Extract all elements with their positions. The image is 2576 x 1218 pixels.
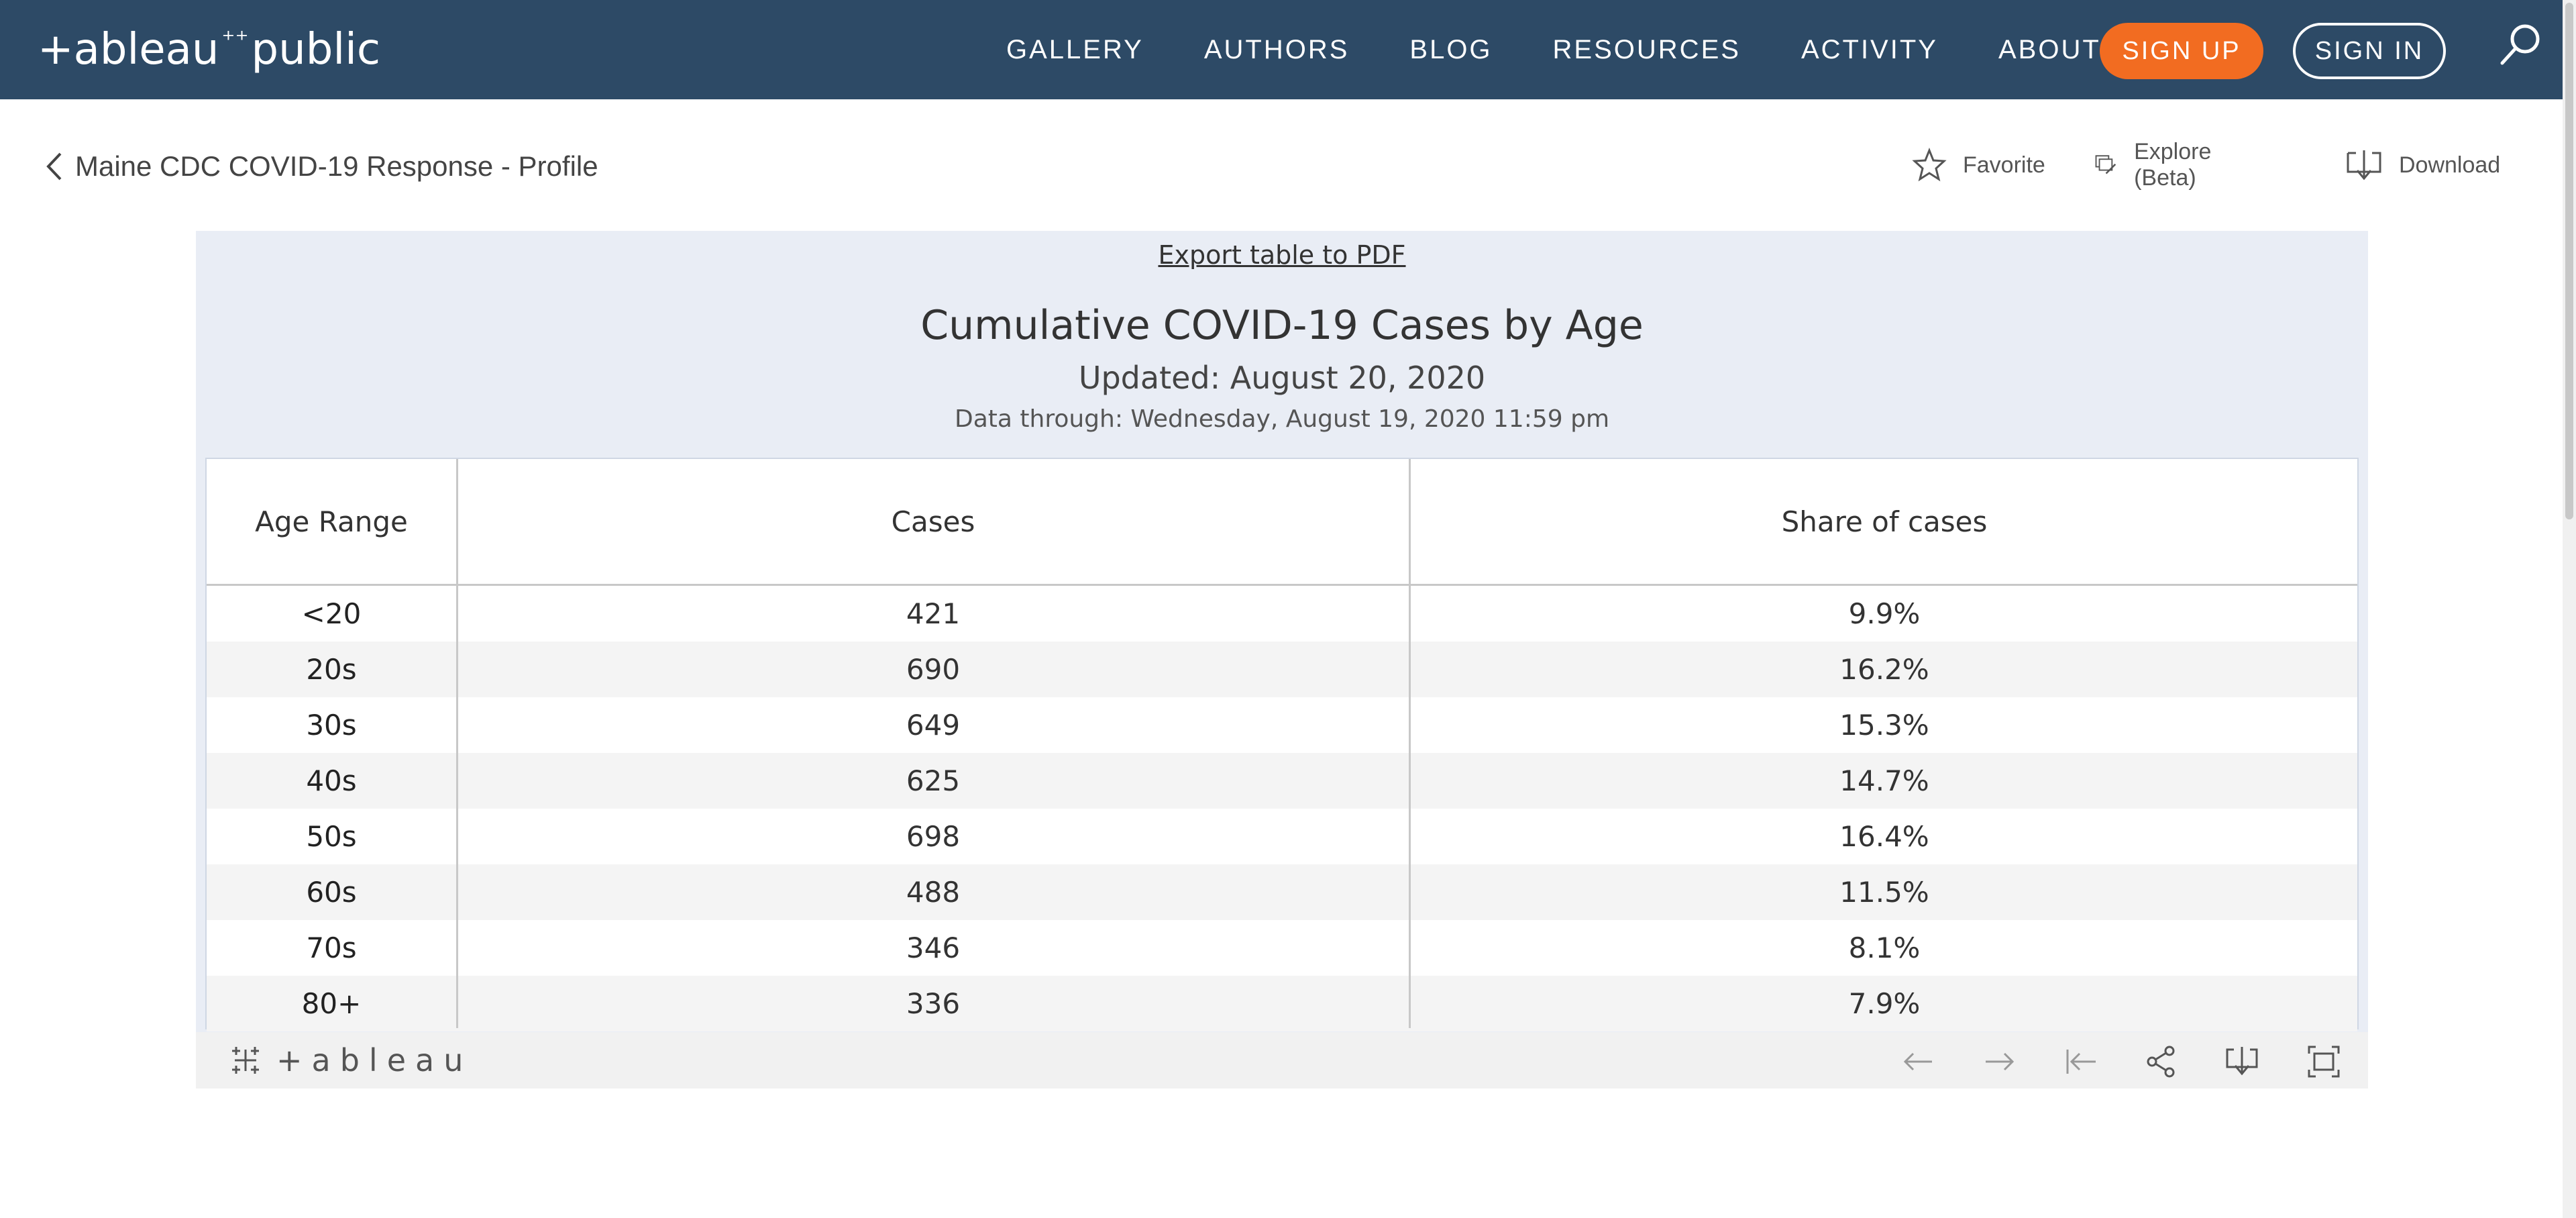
- nav-link-blog[interactable]: BLOG: [1409, 35, 1492, 65]
- favorite-label: Favorite: [1963, 152, 2045, 178]
- age-range-cell: <20: [301, 597, 362, 630]
- age-range-cell: 30s: [306, 709, 357, 742]
- star-icon: [1912, 148, 1947, 182]
- nav-link-authors[interactable]: AUTHORS: [1204, 35, 1350, 65]
- share-cell: 11.5%: [1839, 876, 1929, 909]
- explore-label: Explore (Beta): [2134, 139, 2212, 191]
- tableau-public-logo[interactable]: +ableau ⁺⁺ public: [38, 17, 380, 82]
- table-row[interactable]: 80+ 336 7.9%: [207, 976, 2357, 1031]
- share-cell: 9.9%: [1848, 597, 1921, 630]
- cases-by-age-table: Age Range Cases Share of cases <20 421 9.9…: [205, 458, 2359, 1031]
- column-header-share[interactable]: Share of cases: [1410, 459, 2359, 584]
- explore-edit-icon: [2095, 155, 2116, 174]
- age-range-cell: 70s: [306, 931, 357, 964]
- column-header-age-range[interactable]: Age Range: [207, 459, 456, 584]
- chevron-left-icon: [46, 152, 62, 181]
- column-header-cases[interactable]: Cases: [458, 459, 1409, 584]
- age-range-cell: 60s: [306, 876, 357, 909]
- export-table-to-pdf-link[interactable]: Export table to PDF: [196, 240, 2368, 270]
- sign-up-button[interactable]: SIGN UP: [2100, 23, 2263, 79]
- tableau-cross-icon: [232, 1047, 259, 1074]
- search-icon[interactable]: [2497, 20, 2545, 68]
- download-icon: [2347, 150, 2381, 181]
- table-row[interactable]: 70s 346 8.1%: [207, 920, 2357, 976]
- table-row[interactable]: 60s 488 11.5%: [207, 864, 2357, 920]
- fullscreen-icon[interactable]: [2306, 1044, 2341, 1079]
- age-range-cell: 50s: [306, 820, 357, 853]
- share-cell: 14.7%: [1839, 764, 1929, 797]
- cases-cell: 698: [906, 820, 961, 853]
- share-cell: 15.3%: [1839, 709, 1929, 742]
- age-range-cell: 40s: [306, 764, 357, 797]
- revert-icon[interactable]: [2063, 1044, 2098, 1079]
- nav-links: GALLERY AUTHORS BLOG RESOURCES ACTIVITY …: [1006, 31, 2161, 68]
- viz-title: Cumulative COVID-19 Cases by Age: [920, 302, 1644, 349]
- age-range-cell: 80+: [301, 987, 362, 1020]
- top-nav-bar: +ableau ⁺⁺ public GALLERY AUTHORS BLOG R…: [0, 0, 2563, 99]
- cases-cell: 625: [906, 764, 961, 797]
- cases-cell: 421: [906, 597, 961, 630]
- data-through-date: Data through: Wednesday, August 19, 2020…: [954, 405, 1610, 433]
- share-icon[interactable]: [2144, 1044, 2179, 1079]
- age-range-cell: 20s: [306, 653, 357, 686]
- share-cell: 7.9%: [1848, 987, 1921, 1020]
- updated-date: Updated: August 20, 2020: [1078, 360, 1486, 396]
- column-divider: [1409, 459, 1411, 1028]
- cases-cell: 649: [906, 709, 961, 742]
- tableau-toolbar-logo[interactable]: +ableau: [228, 1040, 472, 1080]
- download-button[interactable]: Download: [2345, 145, 2500, 185]
- share-cell: 16.2%: [1839, 653, 1929, 686]
- scrollbar-thumb[interactable]: [2565, 3, 2573, 519]
- back-to-profile-link[interactable]: Maine CDC COVID-19 Response - Profile: [42, 149, 598, 184]
- column-divider: [456, 459, 458, 1028]
- share-cell: 16.4%: [1839, 820, 1929, 853]
- download-label: Download: [2399, 152, 2501, 178]
- back-link-label: Maine CDC COVID-19 Response - Profile: [75, 150, 598, 182]
- cases-cell: 336: [906, 987, 961, 1020]
- nav-link-about[interactable]: ABOUT: [1998, 35, 2101, 65]
- explore-beta-button[interactable]: Explore (Beta): [2094, 139, 2225, 191]
- redo-icon[interactable]: [1982, 1044, 2017, 1079]
- share-cell: 8.1%: [1848, 931, 1921, 964]
- download-icon[interactable]: [2224, 1044, 2259, 1079]
- favorite-button[interactable]: Favorite: [1912, 145, 2045, 185]
- logo-text-public: public: [251, 25, 381, 74]
- table-row[interactable]: <20 421 9.9%: [207, 586, 2357, 642]
- cases-cell: 346: [906, 931, 961, 964]
- cases-cell: 690: [906, 653, 961, 686]
- table-row[interactable]: 40s 625 14.7%: [207, 753, 2357, 809]
- table-row[interactable]: 30s 649 15.3%: [207, 697, 2357, 753]
- viz-toolbar: +ableau: [196, 1032, 2368, 1088]
- undo-icon[interactable]: [1901, 1044, 1936, 1079]
- logo-text-tableau: +ableau: [38, 25, 219, 74]
- table-row[interactable]: 20s 690 16.2%: [207, 642, 2357, 697]
- toolbar-brand-text: +ableau: [276, 1042, 473, 1078]
- table-row[interactable]: 50s 698 16.4%: [207, 809, 2357, 864]
- cases-cell: 488: [906, 876, 961, 909]
- nav-link-resources[interactable]: RESOURCES: [1553, 35, 1741, 65]
- sign-in-button[interactable]: SIGN IN: [2293, 23, 2446, 79]
- nav-link-activity[interactable]: ACTIVITY: [1801, 35, 1938, 65]
- nav-link-gallery[interactable]: GALLERY: [1006, 35, 1144, 65]
- sparkle-icon: ⁺⁺: [221, 25, 249, 54]
